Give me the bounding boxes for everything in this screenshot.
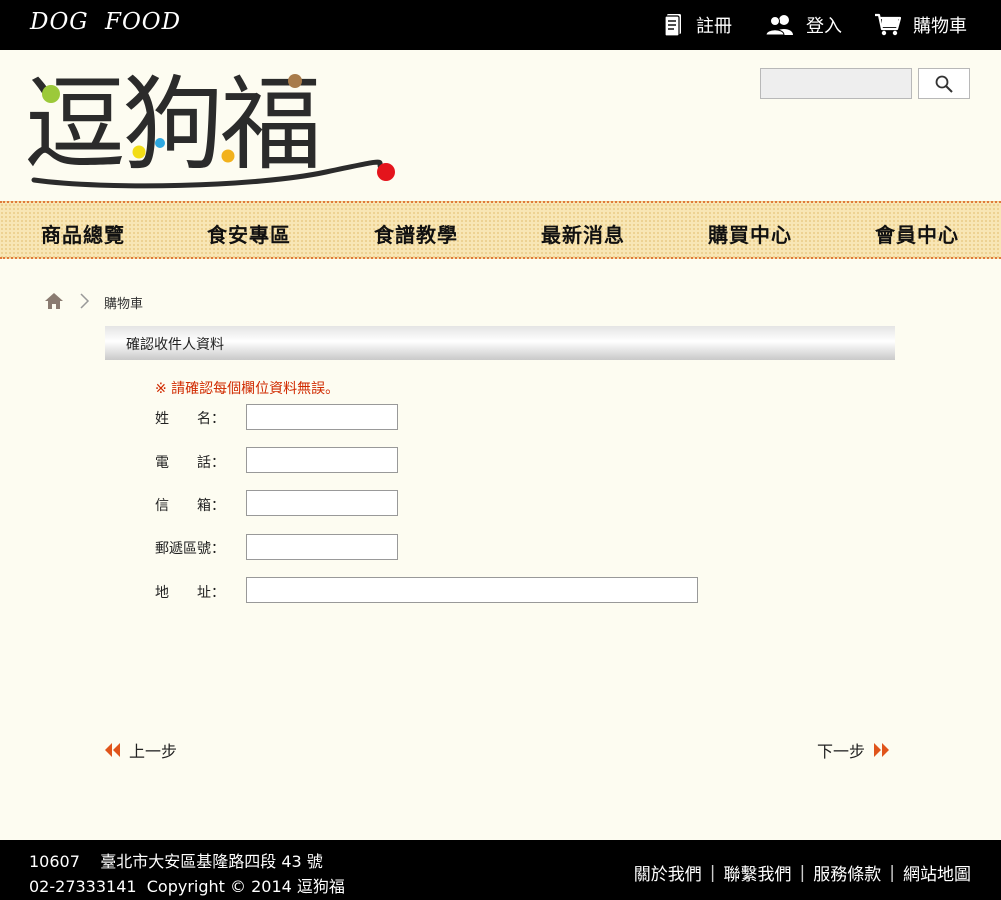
next-arrow-icon: [874, 743, 890, 757]
address-label: 地 址：: [155, 585, 225, 601]
home-icon[interactable]: [44, 292, 64, 310]
footer-address: 10607 臺北市大安區基隆路四段 43 號: [29, 852, 323, 871]
footer-links: 關於我們 | 聯繫我們 | 服務條款 | 網站地圖: [634, 860, 971, 886]
search-input[interactable]: [760, 68, 912, 99]
footer-divider: |: [709, 862, 716, 883]
search-icon: [935, 75, 953, 93]
nav-item-products[interactable]: 商品總覽: [41, 219, 125, 248]
login-link[interactable]: 登入: [766, 11, 842, 39]
site-logo[interactable]: 逗狗福: [26, 62, 406, 190]
next-step-label: 下一步: [817, 742, 866, 761]
search-button[interactable]: [918, 68, 970, 99]
logo-dot-brown: [288, 74, 302, 88]
prev-step-label: 上一步: [129, 742, 178, 761]
phone-field[interactable]: [246, 447, 398, 473]
email-field[interactable]: [246, 490, 398, 516]
nav-item-member[interactable]: 會員中心: [875, 219, 959, 248]
main-nav: 商品總覽 食安專區 食譜教學 最新消息 購買中心 會員中心: [0, 201, 1001, 259]
login-icon: [766, 15, 793, 36]
nav-item-food-safety[interactable]: 食安專區: [207, 219, 291, 248]
footer-divider: |: [799, 862, 806, 883]
nav-item-recipes[interactable]: 食譜教學: [374, 219, 458, 248]
site-name: DOG FOOD: [30, 9, 182, 35]
register-link[interactable]: 註冊: [664, 11, 732, 39]
footer-link-sitemap[interactable]: 網站地圖: [903, 860, 971, 885]
register-icon: [664, 14, 681, 37]
register-label: 註冊: [696, 16, 732, 37]
footer-copyright: 02-27333141 Copyright © 2014 逗狗福: [29, 877, 345, 896]
next-step-button[interactable]: 下一步: [817, 738, 890, 762]
address-field[interactable]: [246, 577, 698, 603]
name-field[interactable]: [246, 404, 398, 430]
footer: 10607 臺北市大安區基隆路四段 43 號 02-27333141 Copyr…: [0, 840, 1001, 900]
chevron-right-icon: [80, 293, 90, 309]
prev-step-button[interactable]: 上一步: [104, 738, 177, 762]
phone-label: 電 話：: [155, 455, 225, 471]
cart-label: 購物車: [913, 16, 967, 37]
section-title: 確認收件人資料: [126, 337, 224, 353]
zip-field[interactable]: [246, 534, 398, 560]
cart-icon: [875, 13, 901, 36]
section-header: 確認收件人資料: [105, 326, 895, 360]
logo-dot-orange: [221, 149, 235, 163]
footer-divider: |: [889, 862, 895, 883]
cart-link[interactable]: 購物車: [874, 11, 967, 39]
logo-dot-blue: [155, 138, 165, 148]
name-label: 姓 名：: [155, 411, 225, 427]
email-label: 信 箱：: [155, 498, 225, 514]
footer-link-terms[interactable]: 服務條款: [813, 860, 881, 885]
logo-text: 逗狗福: [26, 66, 318, 185]
notice-text: ※ 請確認每個欄位資料無誤。: [155, 381, 340, 397]
login-label: 登入: [806, 16, 842, 37]
top-bar: DOG FOOD 註冊 登入 購物車: [0, 0, 1001, 50]
nav-item-shopping[interactable]: 購買中心: [708, 219, 792, 248]
zip-label: 郵遞區號：: [155, 541, 225, 557]
logo-dot-red: [377, 163, 395, 181]
nav-item-news[interactable]: 最新消息: [541, 219, 625, 248]
logo-dot-yellow: [132, 145, 146, 159]
prev-arrow-icon: [105, 743, 120, 757]
breadcrumb-current: 購物車: [104, 297, 144, 312]
logo-dot-green: [42, 85, 60, 103]
footer-link-contact[interactable]: 聯繫我們: [724, 860, 792, 885]
footer-link-about[interactable]: 關於我們: [634, 860, 702, 885]
